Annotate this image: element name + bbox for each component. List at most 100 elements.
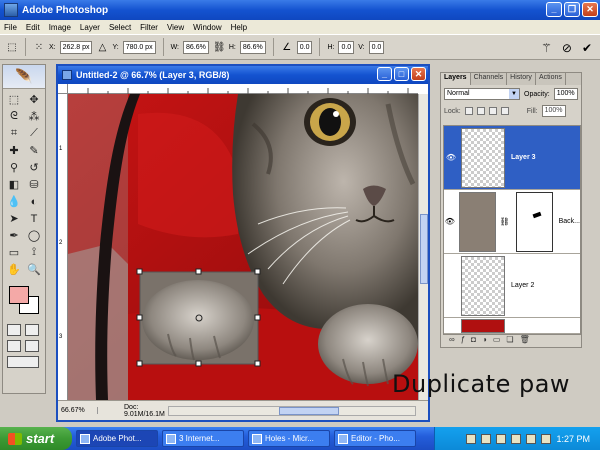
- horizontal-scrollbar[interactable]: [168, 405, 416, 416]
- standard-mode-icon[interactable]: [7, 324, 21, 336]
- document-title-bar[interactable]: Untitled-2 @ 66.7% (Layer 3, RGB/8) _ □ …: [58, 66, 428, 84]
- doc-close-button[interactable]: ✕: [411, 67, 426, 81]
- healing-brush-tool-icon[interactable]: ✚: [4, 142, 24, 159]
- hskew-field[interactable]: 0.0: [338, 40, 355, 54]
- magic-wand-tool-icon[interactable]: ⁂: [24, 108, 44, 125]
- foreground-color-swatch[interactable]: [9, 286, 29, 304]
- opacity-field[interactable]: 100%: [553, 88, 578, 100]
- feather-icon[interactable]: 🪶: [3, 65, 45, 89]
- menu-help[interactable]: Help: [231, 23, 247, 32]
- lock-transparency-icon[interactable]: [464, 107, 473, 115]
- minimize-button[interactable]: _: [546, 2, 562, 17]
- layer-style-icon[interactable]: ƒ: [461, 335, 465, 344]
- close-button[interactable]: ✕: [582, 2, 598, 17]
- network-icon[interactable]: [526, 433, 537, 444]
- screen-mode-full-icon[interactable]: [25, 340, 39, 352]
- tab-channels[interactable]: Channels: [471, 73, 508, 85]
- relative-position-icon[interactable]: △: [96, 42, 108, 53]
- start-button[interactable]: start: [0, 427, 72, 450]
- jump-to-imageready-icon[interactable]: [7, 356, 39, 368]
- menu-file[interactable]: File: [4, 23, 17, 32]
- image-canvas[interactable]: [68, 94, 418, 400]
- menu-filter[interactable]: Filter: [140, 23, 158, 32]
- y-position-field[interactable]: 780.0 px: [122, 40, 156, 54]
- taskbar-item-photoshop[interactable]: Adobe Phot...: [76, 430, 158, 447]
- pen-tool-icon[interactable]: ✒: [4, 227, 24, 244]
- tool-preset-icon[interactable]: ⬚: [6, 42, 18, 53]
- doc-minimize-button[interactable]: _: [377, 67, 392, 81]
- cancel-transform-icon[interactable]: ⊘: [562, 41, 572, 55]
- marquee-tool-icon[interactable]: ⬚: [4, 91, 24, 108]
- paint-bucket-tool-icon[interactable]: ⛁: [24, 176, 44, 193]
- shape-tool-icon[interactable]: ◯: [24, 227, 44, 244]
- app-title-bar[interactable]: Adobe Photoshop _ ❐ ✕: [0, 0, 600, 20]
- volume-icon[interactable]: [541, 433, 552, 444]
- layer-row-layer3[interactable]: 👁 Layer 3: [444, 126, 580, 190]
- link-layers-icon[interactable]: ∞: [449, 335, 455, 344]
- warp-icon[interactable]: ⚚: [541, 41, 552, 55]
- horizontal-ruler[interactable]: [68, 84, 418, 94]
- adjustment-layer-icon[interactable]: ◑: [482, 335, 487, 344]
- trash-icon[interactable]: 🗑: [520, 335, 530, 344]
- tray-icon[interactable]: [466, 433, 477, 444]
- tab-history[interactable]: History: [507, 73, 536, 85]
- taskbar-item-internet[interactable]: 3 Internet...: [162, 430, 244, 447]
- link-icon[interactable]: ⛓: [213, 42, 226, 53]
- crop-tool-icon[interactable]: ⌗: [4, 125, 24, 142]
- doc-maximize-button[interactable]: □: [394, 67, 409, 81]
- menu-edit[interactable]: Edit: [26, 23, 40, 32]
- lock-all-icon[interactable]: [500, 107, 509, 115]
- path-selection-tool-icon[interactable]: ➤: [4, 210, 24, 227]
- fill-field[interactable]: 100%: [541, 105, 566, 117]
- tab-actions[interactable]: Actions: [536, 73, 566, 85]
- x-position-field[interactable]: 262.8 px: [59, 40, 93, 54]
- notes-tool-icon[interactable]: ▭: [4, 244, 24, 261]
- vskew-field[interactable]: 0.0: [368, 40, 385, 54]
- tray-icon[interactable]: [496, 433, 507, 444]
- eyedropper-tool-icon[interactable]: ⟟: [24, 244, 44, 261]
- commit-transform-icon[interactable]: ✔: [582, 41, 592, 55]
- quick-mask-mode-icon[interactable]: [25, 324, 39, 336]
- taskbar-item-editor[interactable]: Editor - Pho...: [334, 430, 416, 447]
- history-brush-tool-icon[interactable]: ↺: [24, 159, 44, 176]
- chain-link-icon[interactable]: ⛓: [500, 217, 510, 226]
- clock[interactable]: 1:27 PM: [556, 434, 590, 444]
- clone-stamp-tool-icon[interactable]: ⚲: [4, 159, 24, 176]
- vertical-scrollbar[interactable]: [418, 94, 428, 400]
- reference-point-icon[interactable]: ⁙: [33, 42, 45, 53]
- vertical-ruler[interactable]: 1 2 3: [58, 94, 68, 400]
- visibility-eye-icon[interactable]: 👁: [444, 217, 456, 226]
- height-field[interactable]: 86.6%: [239, 40, 266, 54]
- menu-window[interactable]: Window: [193, 23, 221, 32]
- dodge-tool-icon[interactable]: ◐: [24, 193, 44, 210]
- zoom-tool-icon[interactable]: 🔍: [24, 261, 44, 278]
- zoom-level[interactable]: 66.67%: [58, 407, 98, 414]
- menu-view[interactable]: View: [167, 23, 184, 32]
- new-layer-icon[interactable]: ❏: [506, 335, 513, 344]
- brush-tool-icon[interactable]: ✎: [24, 142, 44, 159]
- lasso-tool-icon[interactable]: ᘓ: [4, 108, 24, 125]
- layer-row-layer2[interactable]: Layer 2: [444, 254, 580, 318]
- restore-button[interactable]: ❐: [564, 2, 580, 17]
- width-field[interactable]: 86.6%: [183, 40, 209, 54]
- layer-row-background[interactable]: 👁 ⛓ Back...: [444, 190, 580, 254]
- lock-position-icon[interactable]: [488, 107, 497, 115]
- hand-tool-icon[interactable]: ✋: [4, 261, 24, 278]
- layer-row-partial[interactable]: [444, 318, 580, 334]
- ruler-corner[interactable]: [58, 84, 68, 94]
- tray-icon[interactable]: [481, 433, 492, 444]
- screen-mode-standard-icon[interactable]: [7, 340, 21, 352]
- move-tool-icon[interactable]: ✥: [24, 91, 44, 108]
- vertical-scroll-thumb[interactable]: [420, 214, 428, 284]
- blur-tool-icon[interactable]: 💧: [4, 193, 24, 210]
- doc-info[interactable]: Doc: 9.01M/16.1M: [98, 404, 168, 418]
- blend-mode-select[interactable]: Normal ▼: [444, 88, 520, 100]
- new-group-icon[interactable]: ▭: [493, 335, 501, 344]
- add-mask-icon[interactable]: ◘: [471, 335, 476, 344]
- visibility-eye-icon[interactable]: 👁: [444, 153, 458, 162]
- slice-tool-icon[interactable]: ⟋: [24, 125, 44, 142]
- menu-image[interactable]: Image: [49, 23, 71, 32]
- tray-icon[interactable]: [511, 433, 522, 444]
- menu-layer[interactable]: Layer: [80, 23, 100, 32]
- eraser-tool-icon[interactable]: ◧: [4, 176, 24, 193]
